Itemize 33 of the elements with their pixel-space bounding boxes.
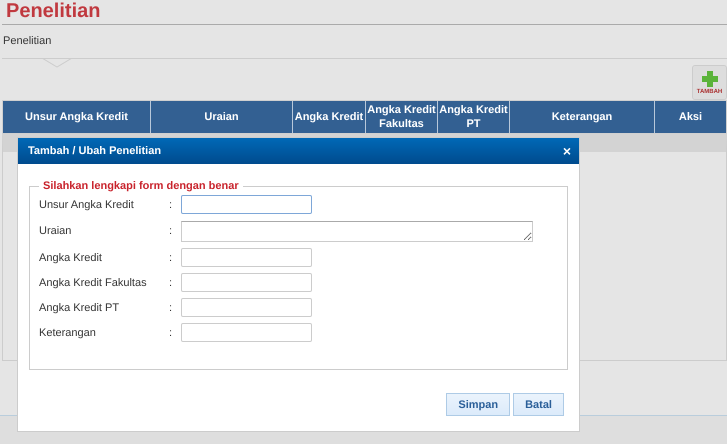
colon: : <box>169 225 174 237</box>
page-title: Penelitian <box>5 0 102 22</box>
field-label: Angka Kredit Fakultas <box>39 276 148 288</box>
input-field[interactable] <box>181 273 312 292</box>
column-header: Angka Kredit Fakultas <box>366 101 438 133</box>
field-label: Angka Kredit <box>39 252 103 264</box>
input-field[interactable] <box>181 248 312 267</box>
plus-icon <box>702 70 718 86</box>
field-label: Keterangan <box>39 326 97 338</box>
column-header: Angka Kredit <box>293 101 366 133</box>
cancel-button[interactable]: Batal <box>513 393 564 416</box>
dialog-title: Tambah / Ubah Penelitian <box>28 145 162 157</box>
column-header: Uraian <box>151 101 293 133</box>
field-label: Angka Kredit PT <box>39 302 120 314</box>
form-legend: Silahkan lengkapi form dengan benar <box>39 180 243 192</box>
column-header: Angka Kredit PT <box>438 101 510 133</box>
input-field[interactable] <box>181 298 312 317</box>
input-field[interactable] <box>181 323 312 342</box>
save-button[interactable]: Simpan <box>446 393 510 416</box>
text-area[interactable] <box>181 220 533 242</box>
breadcrumb[interactable]: Penelitian <box>0 25 727 47</box>
column-header: Keterangan <box>510 101 655 133</box>
close-button[interactable]: × <box>562 144 571 158</box>
colon: : <box>169 198 174 210</box>
column-header: Unsur Angka Kredit <box>3 101 151 133</box>
colon: : <box>169 252 174 264</box>
colon: : <box>169 302 174 314</box>
column-header: Aksi <box>678 110 704 125</box>
field-label: Uraian <box>39 225 72 237</box>
field-label: Unsur Angka Kredit <box>39 198 135 210</box>
input-field[interactable] <box>181 195 312 214</box>
colon: : <box>169 326 174 338</box>
colon: : <box>169 276 174 288</box>
